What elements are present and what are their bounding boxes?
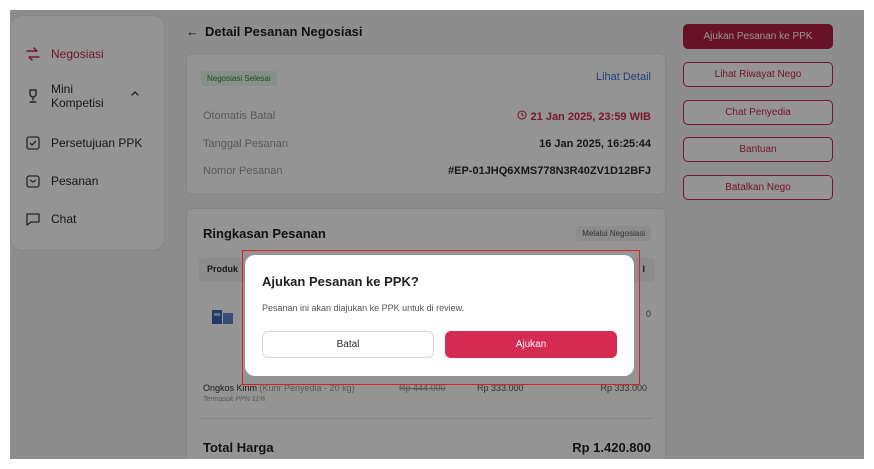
modal-message: Pesanan ini akan diajukan ke PPK untuk d… <box>262 303 465 313</box>
confirm-submit-modal: Ajukan Pesanan ke PPK? Pesanan ini akan … <box>245 255 634 376</box>
modal-backdrop[interactable] <box>10 10 864 459</box>
cancel-button[interactable]: Batal <box>262 331 434 358</box>
modal-title: Ajukan Pesanan ke PPK? <box>262 274 419 289</box>
page: Negosiasi Mini Kompetisi Persetujuan PPK… <box>10 10 864 459</box>
confirm-submit-button[interactable]: Ajukan <box>445 331 617 358</box>
